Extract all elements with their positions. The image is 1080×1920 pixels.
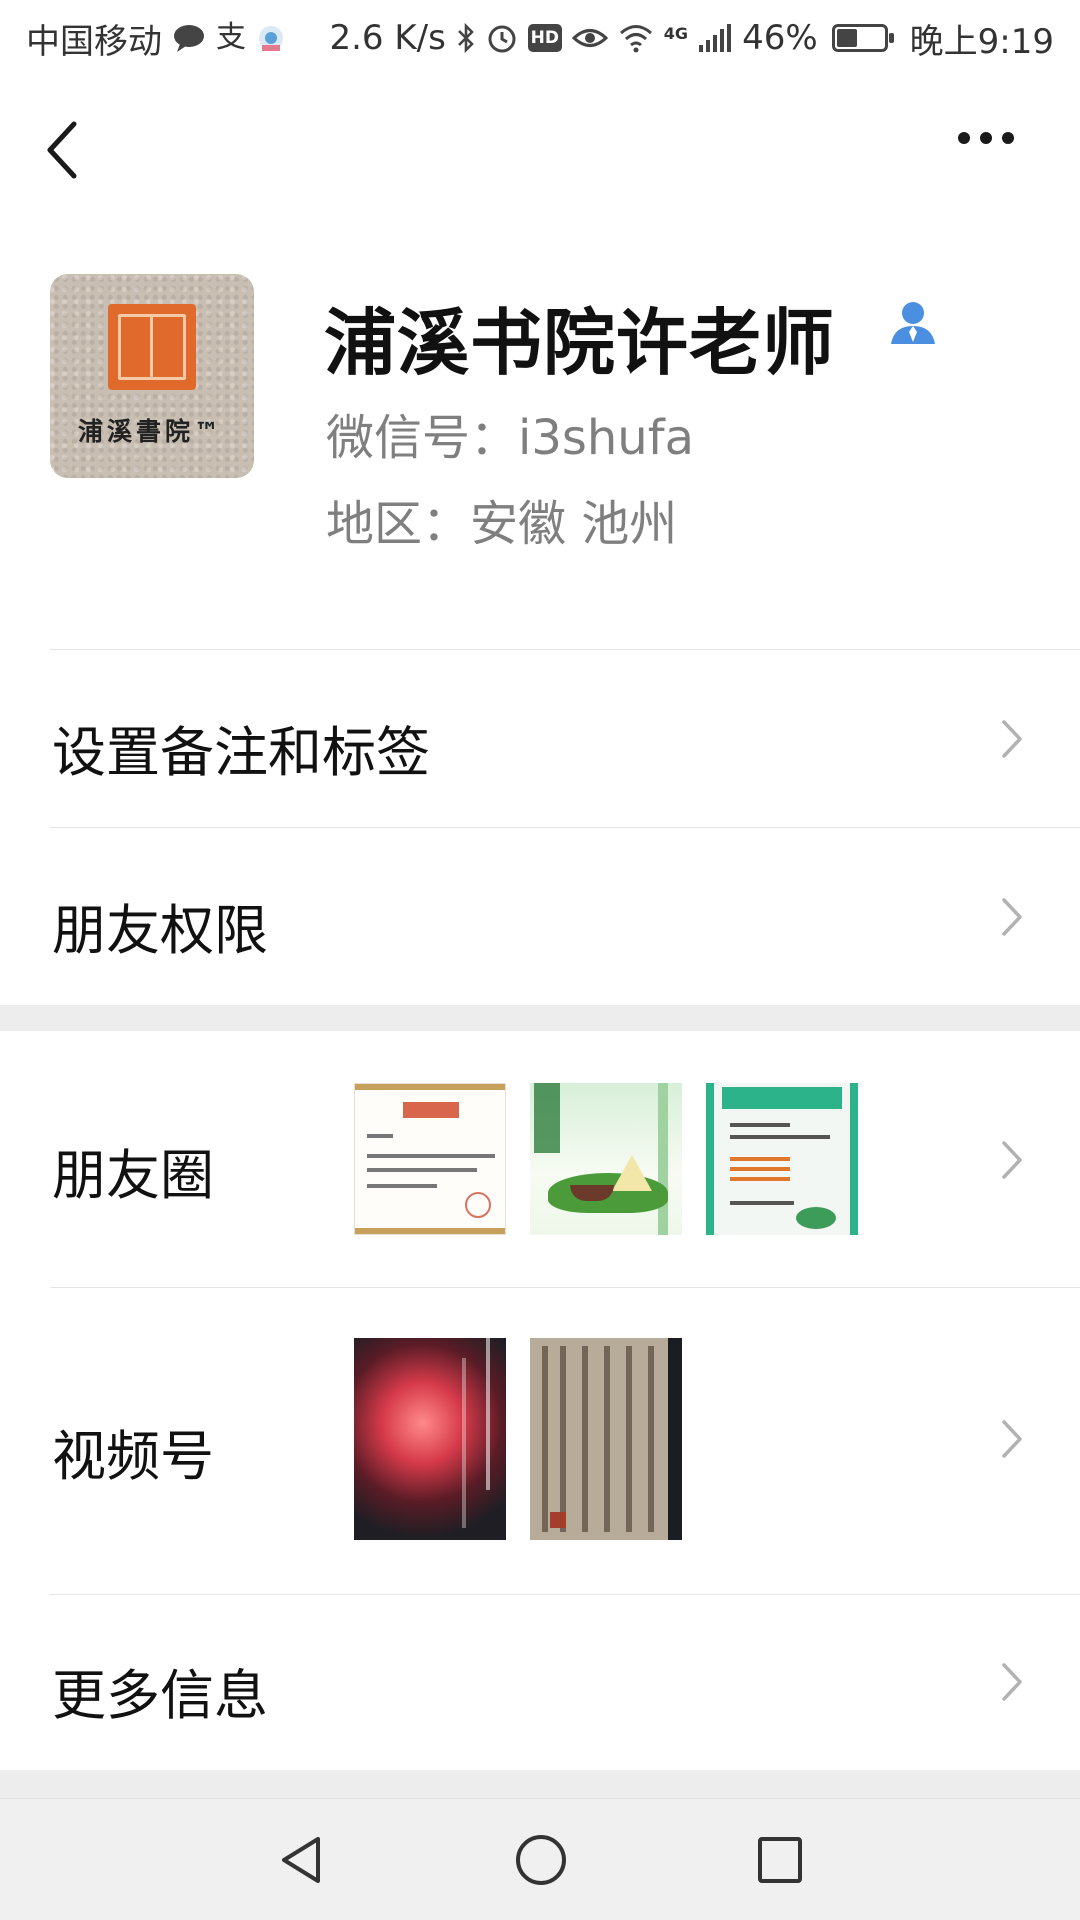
channels-row[interactable]: 视频号	[0, 1288, 1080, 1594]
chevron-right-icon	[1002, 898, 1022, 936]
contact-name: 浦溪书院许老师	[324, 301, 836, 385]
nav-home-icon[interactable]	[516, 1835, 566, 1885]
remark-tags-row[interactable]: 设置备注和标签	[0, 650, 1080, 827]
system-navigation-bar	[0, 1798, 1080, 1920]
bluetooth-icon	[457, 22, 474, 54]
alipay-icon: 支	[216, 20, 246, 55]
moments-label: 朋友圈	[52, 1144, 214, 1207]
nav-back-icon[interactable]	[278, 1835, 324, 1885]
signal-icon	[699, 24, 732, 52]
avatar[interactable]: 浦溪書院™	[50, 274, 254, 478]
carrier-label: 中国移动	[26, 21, 162, 62]
channels-thumbnails	[354, 1338, 682, 1540]
nav-recent-apps-icon[interactable]	[758, 1837, 802, 1883]
avatar-caption: 浦溪書院™	[78, 417, 224, 446]
battery-percent: 46%	[742, 18, 818, 58]
chevron-right-icon	[1002, 1141, 1022, 1179]
course-schedule-thumbnail	[706, 1083, 858, 1235]
seal-logo-icon	[108, 304, 196, 390]
alarm-icon	[488, 25, 516, 53]
hd-badge: HD	[527, 24, 562, 52]
friend-permissions-label: 朋友权限	[52, 899, 268, 962]
back-chevron-icon[interactable]	[44, 120, 84, 180]
contact-profile-screen: 中国移动 支 2.6 K/s HD 4G 46% 晚上9:19 浦溪書院™ 浦溪…	[0, 0, 1080, 1920]
calligraphy-video-thumbnail	[530, 1338, 682, 1540]
moments-row[interactable]: 朋友圈	[0, 1031, 1080, 1287]
chevron-right-icon	[1002, 1420, 1022, 1458]
profile-header: 浦溪書院™ 浦溪书院许老师 微信号：i3shufa 地区：安徽 池州	[0, 270, 1080, 570]
status-bar: 中国移动 支 2.6 K/s HD 4G 46% 晚上9:19	[0, 0, 1080, 76]
person-icon	[891, 302, 935, 344]
red-glow-video-thumbnail	[354, 1338, 506, 1540]
top-nav-bar	[0, 76, 1080, 222]
app-icon	[259, 26, 283, 51]
chevron-right-icon	[1002, 720, 1022, 758]
chevron-right-icon	[1002, 1663, 1022, 1701]
channels-label: 视频号	[52, 1425, 214, 1488]
wifi-icon	[619, 25, 652, 53]
chat-bubble-icon	[174, 25, 204, 52]
friend-permissions-row[interactable]: 朋友权限	[0, 828, 1080, 1005]
eye-icon	[571, 29, 608, 47]
moments-thumbnails	[354, 1083, 858, 1235]
status-right: 2.6 K/s HD 4G 46% 晚上9:19	[329, 14, 1054, 63]
wechat-id: 微信号：i3shufa	[326, 410, 695, 466]
clock: 晚上9:19	[909, 21, 1054, 62]
more-info-label: 更多信息	[52, 1664, 268, 1727]
more-info-row[interactable]: 更多信息	[0, 1595, 1080, 1770]
network-type-label: 4G	[663, 23, 689, 43]
more-dots-icon[interactable]	[958, 132, 1020, 144]
network-speed: 2.6 K/s	[329, 18, 446, 58]
dragon-boat-thumbnail	[530, 1083, 682, 1235]
certificate-thumbnail	[354, 1083, 506, 1235]
battery-icon	[831, 24, 894, 52]
section-gap	[0, 1770, 1080, 1798]
remark-tags-label: 设置备注和标签	[52, 721, 430, 784]
status-left: 中国移动 支	[26, 14, 286, 63]
region: 地区：安徽 池州	[326, 496, 678, 552]
section-gap	[0, 1005, 1080, 1031]
